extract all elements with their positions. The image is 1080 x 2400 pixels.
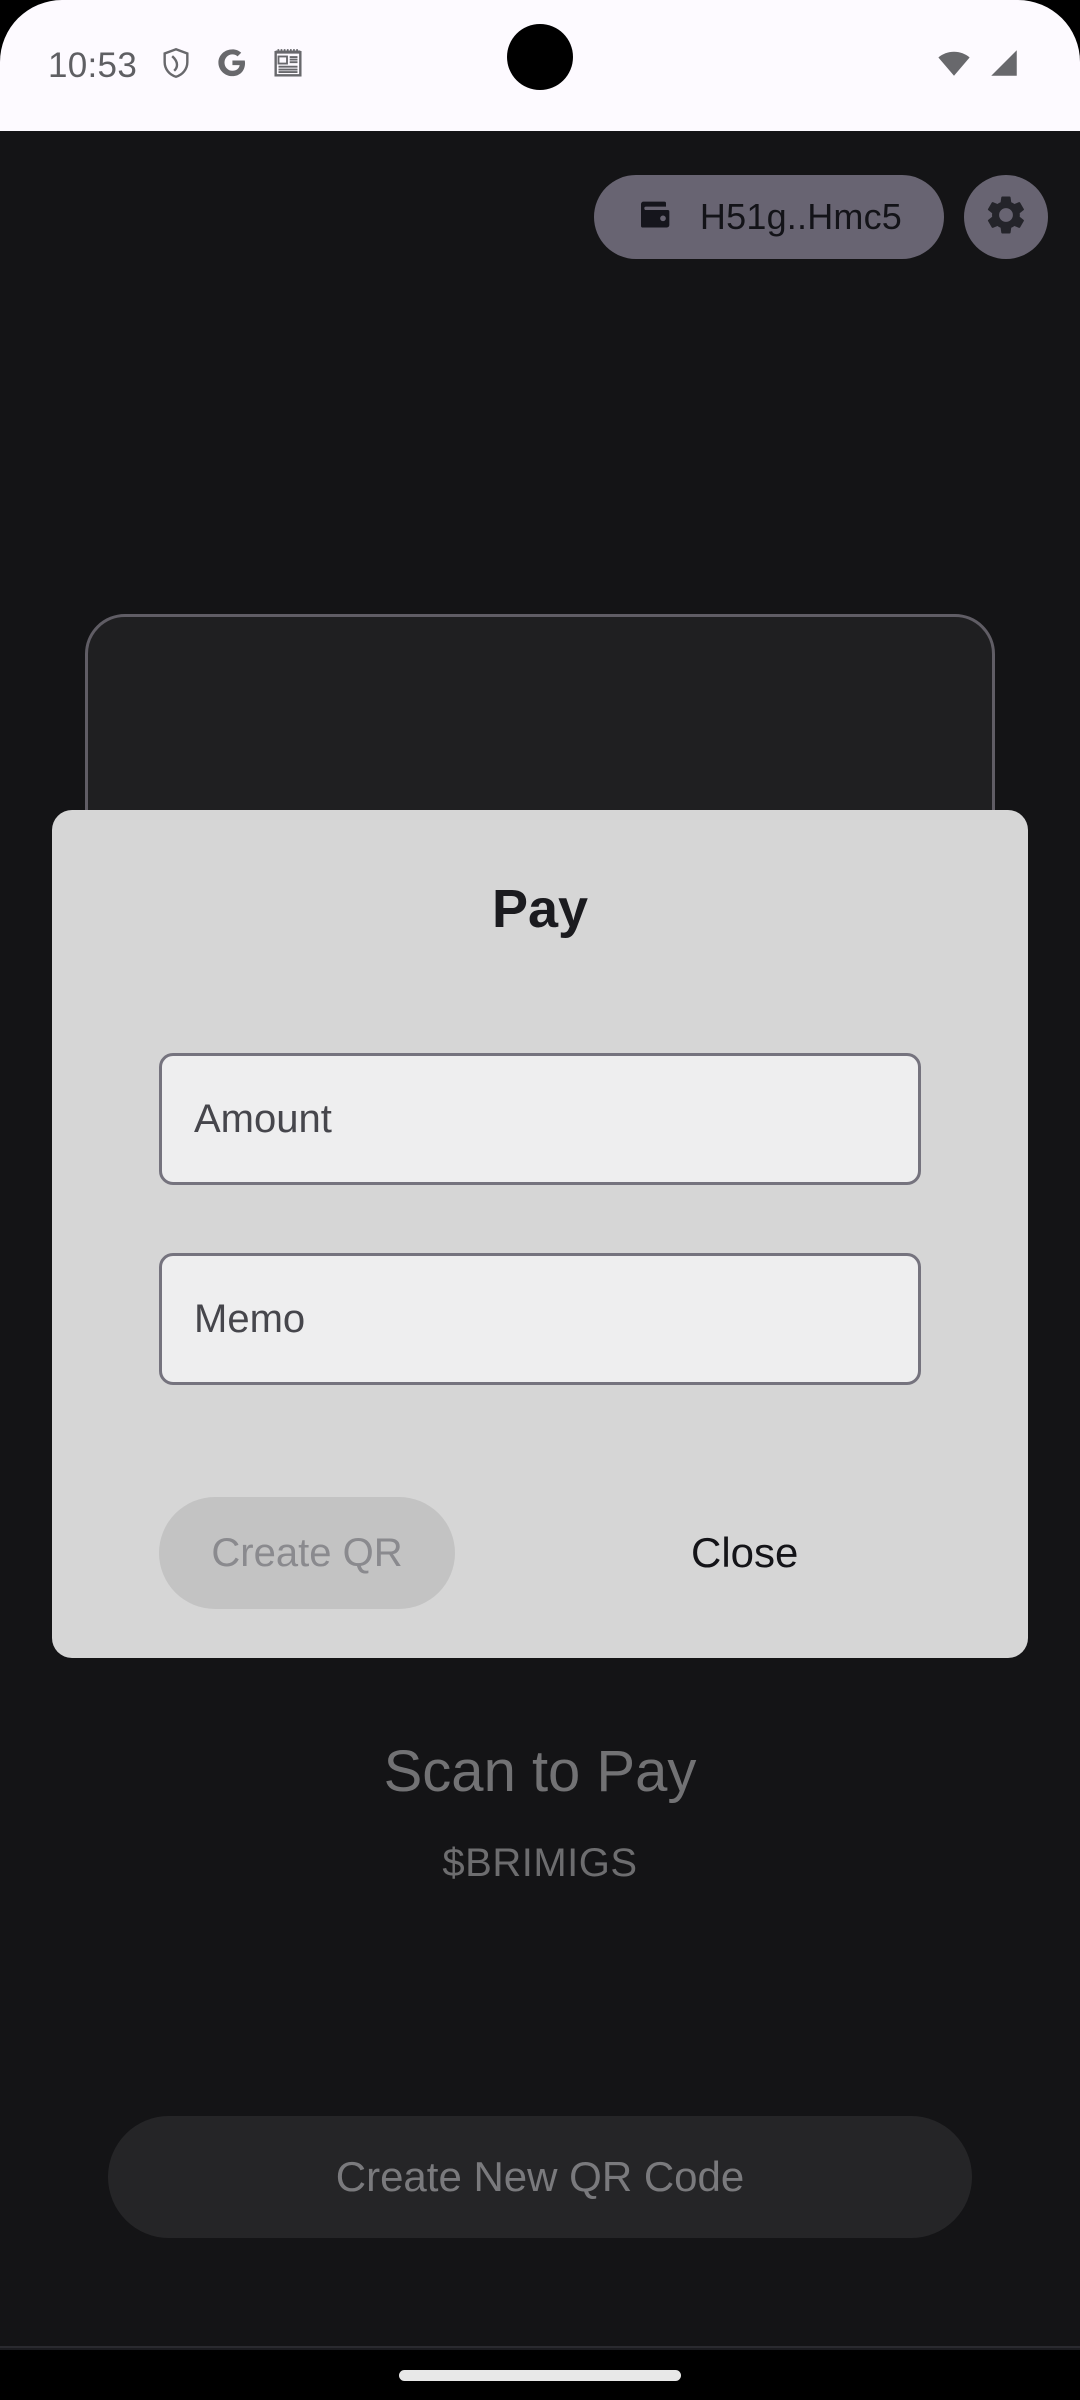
dialog-title: Pay xyxy=(491,879,589,939)
google-icon xyxy=(215,46,249,85)
notes-icon xyxy=(271,46,305,85)
amount-placeholder: Amount xyxy=(194,1096,332,1141)
close-button[interactable]: Close xyxy=(691,1529,798,1577)
status-bar-left: 10:53 xyxy=(48,46,305,86)
pay-dialog: Pay Amount Memo Create QR Close xyxy=(52,810,1028,1658)
create-qr-button[interactable]: Create QR xyxy=(159,1497,455,1609)
shield-icon xyxy=(159,46,193,85)
camera-punch-hole xyxy=(507,24,573,90)
status-clock: 10:53 xyxy=(48,45,138,85)
status-bar: 10:53 xyxy=(0,0,1080,131)
amount-input[interactable]: Amount xyxy=(159,1053,921,1185)
memo-placeholder: Memo xyxy=(194,1296,306,1341)
wifi-icon xyxy=(936,45,972,86)
memo-input[interactable]: Memo xyxy=(159,1253,921,1385)
phone-screen: H51g..Hmc5 Scan to Pay $BRIMIGS Create N… xyxy=(0,0,1080,2400)
status-bar-right xyxy=(936,45,1022,86)
cellular-signal-icon xyxy=(986,45,1022,86)
gesture-navigation-area xyxy=(0,2350,1080,2400)
gesture-pill[interactable] xyxy=(399,2369,681,2381)
dialog-action-row: Create QR Close xyxy=(159,1497,921,1609)
